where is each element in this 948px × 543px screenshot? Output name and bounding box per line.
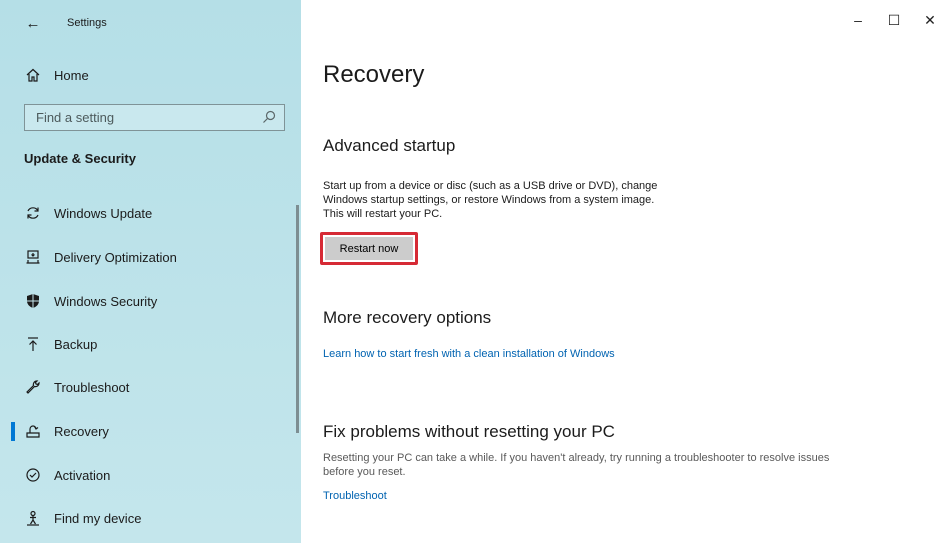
description-line: This will restart your PC. [323, 208, 443, 220]
maximize-button[interactable]: ☐ [876, 0, 912, 40]
person-location-icon [24, 509, 42, 527]
delivery-optimization-icon [24, 248, 42, 266]
window-title: Settings [67, 17, 107, 29]
page-title: Recovery [323, 61, 425, 88]
close-button[interactable]: ✕ [912, 0, 948, 40]
restart-now-button[interactable]: Restart now [325, 237, 413, 260]
sidebar-item-label: Windows Security [54, 293, 158, 309]
home-icon [24, 66, 42, 84]
check-circle-icon [24, 466, 42, 484]
description-line: Start up from a device or disc (such as … [323, 180, 658, 192]
backup-arrow-icon [24, 335, 42, 353]
sidebar-item-label: Recovery [54, 423, 109, 439]
description-line: before you reset. [323, 466, 406, 478]
sidebar-item-activation[interactable]: Activation [0, 457, 296, 493]
fix-problems-description: Resetting your PC can take a while. If y… [323, 451, 829, 479]
search-field[interactable] [24, 104, 285, 131]
section-heading: Update & Security [24, 151, 136, 166]
sidebar-item-recovery[interactable]: Recovery [0, 413, 296, 449]
window-controls: – ☐ ✕ [840, 0, 948, 40]
shield-icon [24, 292, 42, 310]
troubleshoot-link[interactable]: Troubleshoot [323, 490, 387, 502]
title-bar: ← Settings [0, 0, 301, 44]
sidebar-item-label: Troubleshoot [54, 379, 130, 395]
back-arrow-icon[interactable]: ← [22, 12, 44, 34]
sync-icon [24, 204, 42, 222]
sidebar-item-home[interactable]: Home [0, 60, 301, 90]
clean-install-link[interactable]: Learn how to start fresh with a clean in… [323, 348, 615, 360]
sidebar-item-label: Activation [54, 467, 111, 483]
sidebar-item-label: Windows Update [54, 205, 153, 221]
search-input[interactable] [25, 105, 255, 130]
search-icon[interactable] [262, 110, 276, 124]
description-line: Windows startup settings, or restore Win… [323, 194, 655, 206]
advanced-startup-heading: Advanced startup [323, 136, 456, 155]
sidebar-item-backup[interactable]: Backup [0, 326, 296, 362]
sidebar-item-troubleshoot[interactable]: Troubleshoot [0, 369, 296, 405]
sidebar-item-label: Home [54, 67, 89, 83]
sidebar-item-label: Backup [54, 336, 98, 352]
sidebar-item-windows-update[interactable]: Windows Update [0, 195, 296, 231]
sidebar-item-windows-security[interactable]: Windows Security [0, 283, 296, 319]
sidebar: ← Settings Home Update & Security Window… [0, 0, 301, 543]
sidebar-item-label: Find my device [54, 510, 142, 526]
restart-highlight: Restart now [320, 232, 418, 265]
recovery-icon [24, 422, 42, 440]
sidebar-item-delivery-optimization[interactable]: Delivery Optimization [0, 239, 296, 275]
advanced-startup-description: Start up from a device or disc (such as … [323, 179, 657, 221]
more-recovery-options-heading: More recovery options [323, 308, 492, 327]
wrench-icon [24, 378, 42, 396]
sidebar-scrollbar[interactable] [296, 205, 299, 433]
sidebar-item-find-my-device[interactable]: Find my device [0, 500, 296, 536]
fix-problems-heading: Fix problems without resetting your PC [323, 422, 615, 441]
minimize-button[interactable]: – [840, 0, 876, 40]
sidebar-item-label: Delivery Optimization [54, 249, 177, 265]
main-content: – ☐ ✕ Recovery Advanced startup Start up… [301, 0, 948, 543]
description-line: Resetting your PC can take a while. If y… [323, 452, 830, 464]
